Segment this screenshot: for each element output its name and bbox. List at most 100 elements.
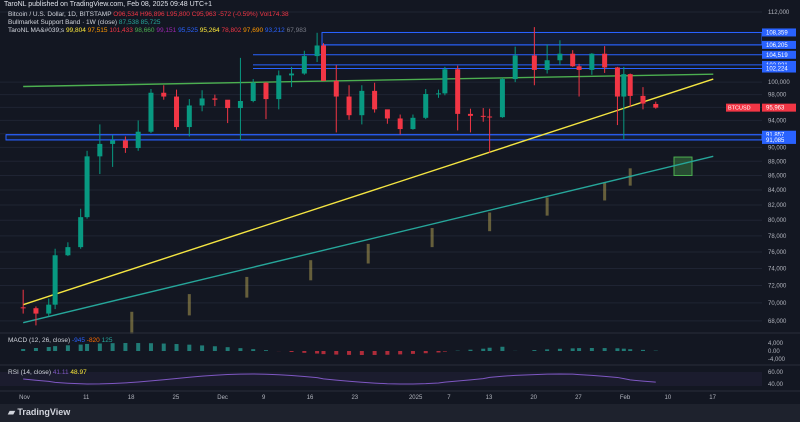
macd-histogram-bar	[21, 349, 26, 351]
candle-body[interactable]	[499, 79, 505, 118]
price-axis-bg	[762, 0, 800, 332]
time-tick-label: 17	[709, 395, 716, 401]
candle-body[interactable]	[442, 69, 448, 94]
macd-histogram-bar	[577, 348, 582, 351]
candle-body[interactable]	[653, 103, 659, 108]
candle-body[interactable]	[199, 98, 205, 106]
macd-histogram-bar	[410, 351, 415, 354]
candle-body[interactable]	[570, 53, 576, 67]
candle-body[interactable]	[359, 90, 365, 116]
macd-histogram-bar	[481, 348, 486, 351]
candle-body[interactable]	[263, 82, 269, 100]
level-tag-label: 106,205	[766, 43, 788, 49]
candle-body[interactable]	[480, 115, 486, 117]
macd-legend[interactable]: MACD (12, 26, close) -945 -820 125	[8, 337, 112, 345]
macd-histogram-bar	[78, 344, 83, 351]
candle-body[interactable]	[212, 98, 218, 100]
legend-symbol-name: Bitcoin / U.S. Dollar, 1D, BITSTAMP	[8, 11, 112, 18]
legend-ma-row[interactable]: TaroNL MA&#039;s 99,804 97,515 101,433 9…	[8, 27, 306, 35]
candle-body[interactable]	[614, 67, 620, 97]
support-zone-lower[interactable]	[5, 134, 763, 141]
candle-body[interactable]	[225, 99, 231, 109]
candle-body[interactable]	[544, 60, 550, 70]
candle-body[interactable]	[640, 95, 646, 104]
price-tick-label: 100,000	[768, 80, 790, 86]
price-tick-label: 74,000	[768, 266, 787, 272]
candle-body[interactable]	[148, 92, 154, 132]
candle-body[interactable]	[33, 308, 39, 314]
candle-body[interactable]	[84, 156, 90, 218]
candle-body[interactable]	[576, 66, 582, 70]
candle-body[interactable]	[410, 117, 416, 130]
bmsb-block	[430, 228, 434, 248]
resistance-zone-upper[interactable]	[321, 31, 763, 46]
candle-body[interactable]	[122, 140, 128, 149]
legend-ma-name: TaroNL MA&#039;s	[8, 27, 65, 34]
chart-svg[interactable]: 112,000100,00098,00096,00094,00092,00090…	[0, 0, 800, 422]
macd-histogram-bar	[621, 348, 626, 351]
legend-high: H96,896	[140, 11, 165, 18]
legend-ma-v5: 95,525	[178, 27, 198, 34]
legend-bmsb-name: Bullmarket Support Band · 1W (close)	[8, 19, 118, 26]
rsi-v2: 48.97	[70, 369, 87, 376]
candle-body[interactable]	[627, 74, 633, 96]
candle-body[interactable]	[135, 131, 141, 149]
candle-body[interactable]	[320, 45, 326, 81]
candle-body[interactable]	[487, 116, 493, 118]
candle-body[interactable]	[372, 90, 378, 110]
candle-body[interactable]	[423, 94, 429, 118]
candle-body[interactable]	[20, 307, 26, 309]
candle-body[interactable]	[46, 304, 52, 314]
candle-body[interactable]	[314, 45, 320, 57]
candle-body[interactable]	[333, 80, 339, 97]
macd-histogram-bar	[46, 347, 51, 351]
legend-ma-v10: 67,983	[286, 27, 307, 34]
candle-body[interactable]	[467, 113, 473, 116]
candle-body[interactable]	[186, 105, 192, 128]
legend-ma-v4: 99,151	[156, 27, 177, 34]
candle-body[interactable]	[52, 255, 58, 305]
macd-histogram-bar	[33, 348, 38, 351]
time-tick-label: 25	[173, 395, 180, 401]
footer-brand[interactable]: ▰ TradingView	[8, 407, 70, 418]
candle-body[interactable]	[110, 140, 116, 144]
macd-label: MACD (12, 26, close)	[8, 337, 71, 344]
macd-histogram-bar	[123, 343, 128, 351]
candle-body[interactable]	[602, 53, 608, 68]
candle-body[interactable]	[289, 73, 295, 76]
time-tick-label: 13	[486, 395, 493, 401]
candle-body[interactable]	[301, 56, 307, 74]
candle-body[interactable]	[276, 75, 282, 100]
candle-body[interactable]	[78, 217, 84, 248]
candle-body[interactable]	[384, 109, 390, 119]
rsi-tick-label: 60.00	[768, 370, 784, 376]
candle-body[interactable]	[97, 143, 103, 157]
target-box[interactable]	[673, 156, 693, 176]
candle-body[interactable]	[346, 96, 352, 116]
time-tick-label: 27	[575, 395, 582, 401]
legend-symbol-row[interactable]: Bitcoin / U.S. Dollar, 1D, BITSTAMP O96,…	[8, 11, 289, 19]
bmsb-block	[603, 182, 607, 201]
rsi-legend[interactable]: RSI (14, close) 41.11 48.97	[8, 369, 87, 377]
candle-body[interactable]	[621, 74, 627, 97]
candle-body[interactable]	[455, 69, 461, 114]
legend-change: -572 (-0.59%)	[218, 11, 258, 18]
candle-body[interactable]	[174, 96, 180, 128]
candle-body[interactable]	[65, 247, 71, 256]
price-tick-label: 98,000	[768, 93, 787, 99]
tradingview-logo-icon: ▰	[8, 407, 18, 417]
candle-body[interactable]	[397, 118, 403, 130]
candle-body[interactable]	[250, 82, 256, 101]
candle-body[interactable]	[237, 100, 243, 109]
candle-body[interactable]	[589, 53, 595, 70]
candle-body[interactable]	[557, 53, 563, 61]
price-tick-label: 82,000	[768, 203, 787, 209]
candle-body[interactable]	[512, 55, 518, 80]
candle-body[interactable]	[531, 55, 537, 70]
macd-histogram-bar	[251, 349, 256, 351]
candle-body[interactable]	[161, 92, 167, 97]
macd-histogram-bar	[65, 345, 70, 351]
candle-body[interactable]	[436, 93, 442, 95]
macd-tick-label: 4,000	[768, 341, 784, 347]
legend-bmsb-row[interactable]: Bullmarket Support Band · 1W (close) 87,…	[8, 19, 161, 27]
